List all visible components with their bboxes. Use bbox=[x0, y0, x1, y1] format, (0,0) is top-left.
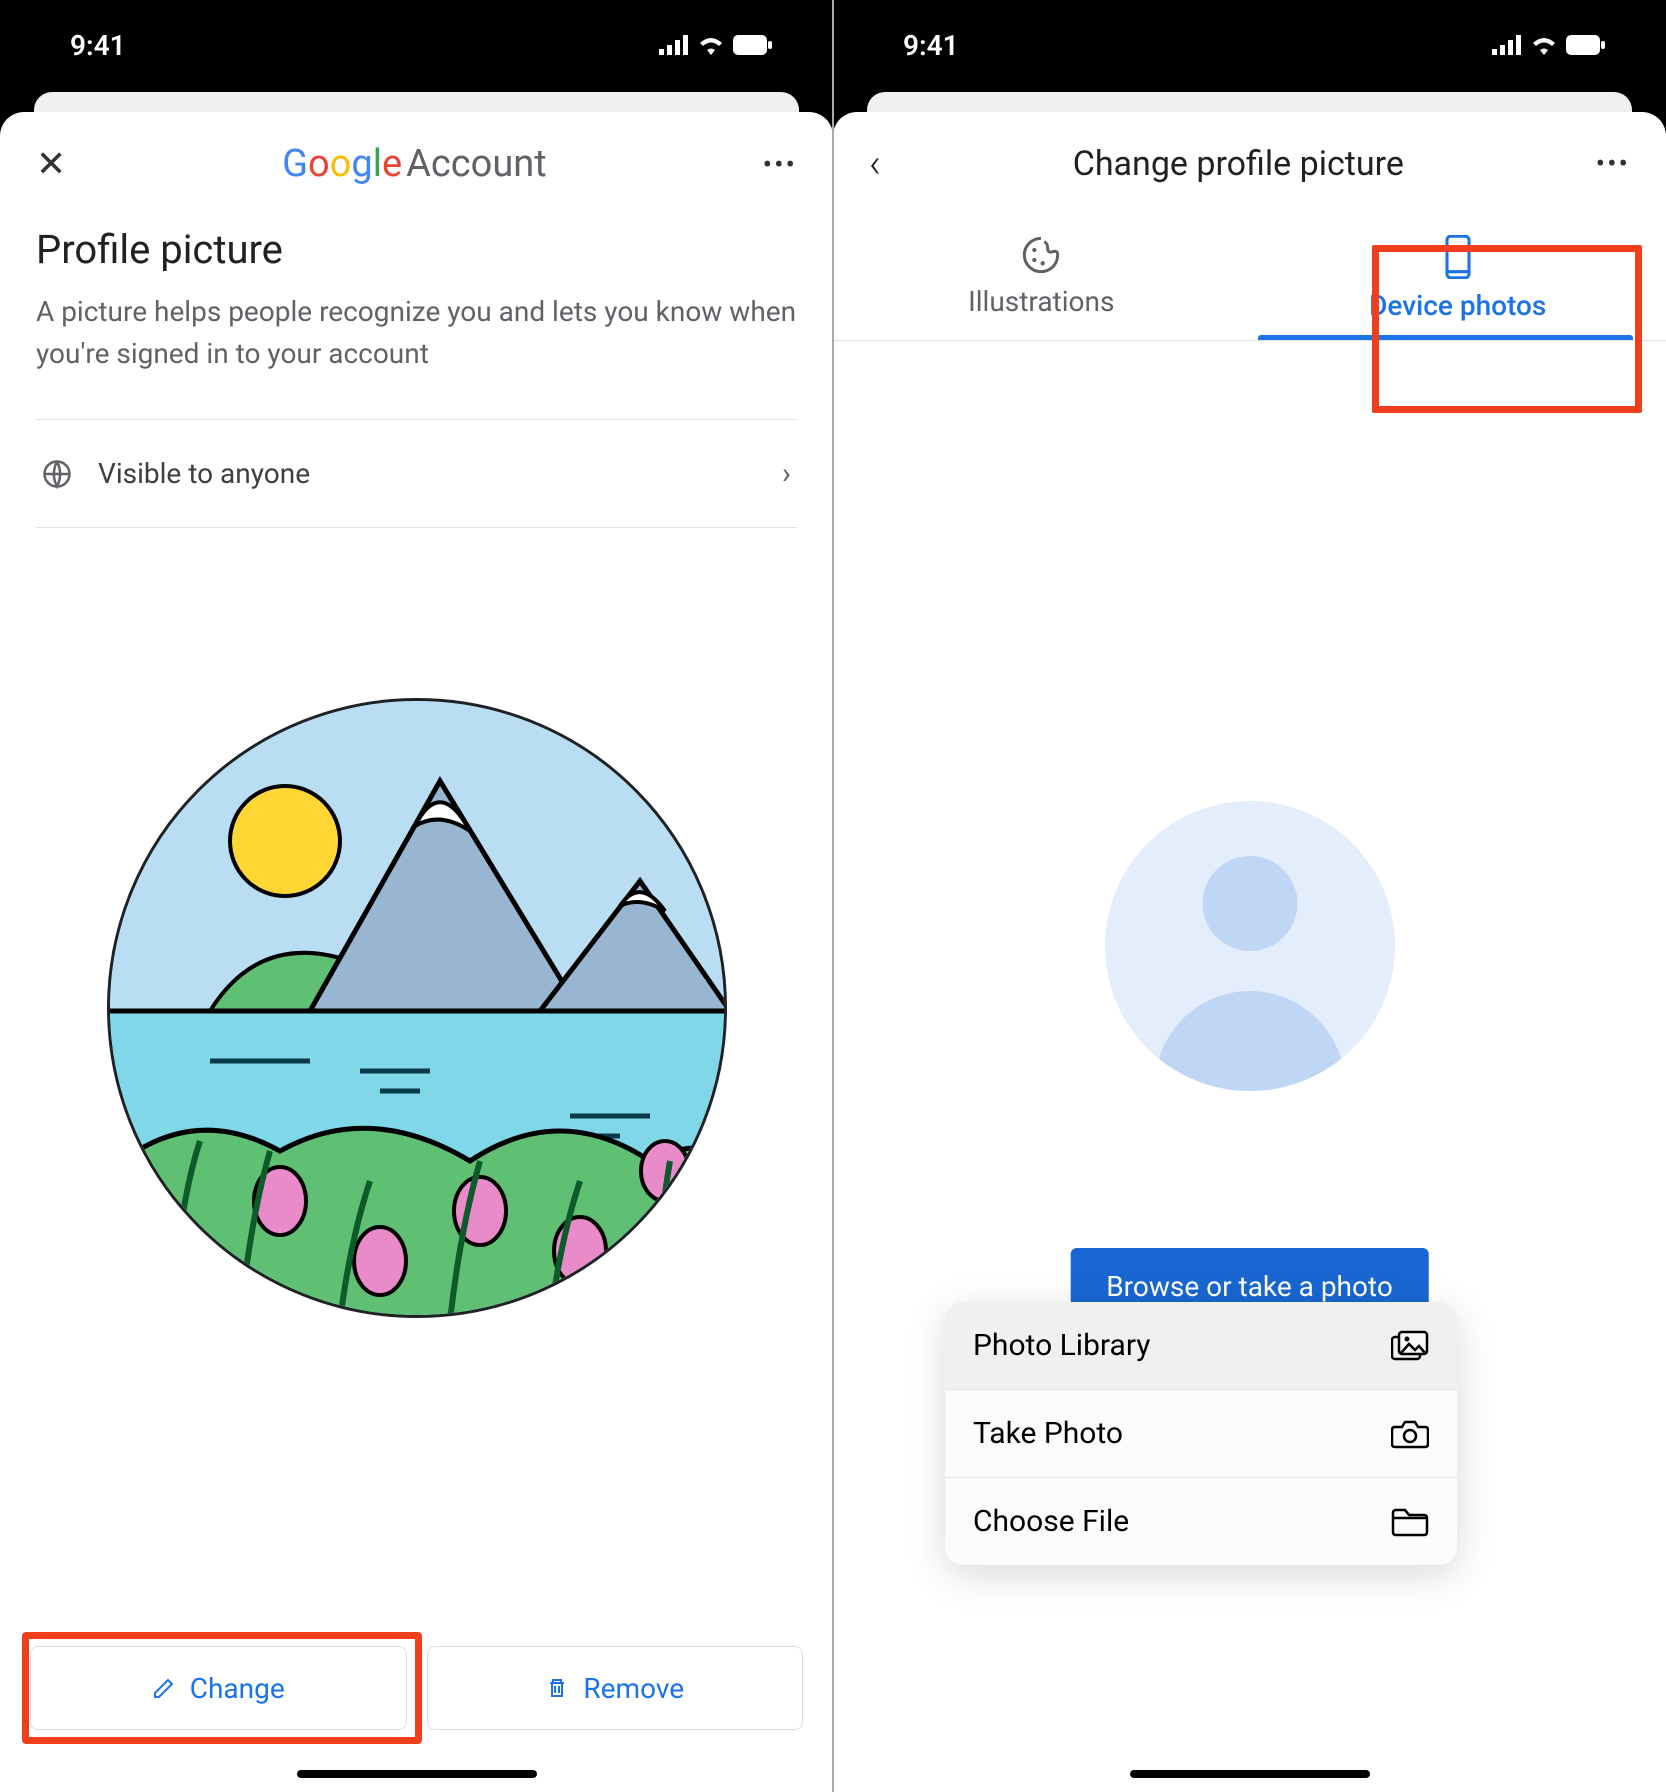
action-choose-file[interactable]: Choose File bbox=[945, 1478, 1457, 1565]
avatar-container bbox=[36, 698, 797, 1318]
back-icon[interactable]: ‹ bbox=[869, 140, 881, 187]
status-bar: 9:41 bbox=[833, 0, 1666, 90]
button-row: Change Remove bbox=[30, 1646, 803, 1730]
battery-icon bbox=[1566, 35, 1606, 55]
status-icons bbox=[659, 35, 773, 55]
change-button-label: Change bbox=[190, 1672, 285, 1705]
chevron-right-icon: › bbox=[782, 456, 791, 491]
status-icons bbox=[1492, 35, 1606, 55]
tab-device-photos[interactable]: Device photos bbox=[1250, 215, 1666, 340]
palette-icon bbox=[1021, 235, 1061, 275]
photo-library-icon bbox=[1391, 1330, 1429, 1362]
trash-icon bbox=[545, 1676, 569, 1700]
folder-icon bbox=[1391, 1506, 1429, 1538]
main-sheet: ‹ Change profile picture ••• Illustratio… bbox=[833, 112, 1666, 1792]
action-photo-library-label: Photo Library bbox=[973, 1328, 1150, 1363]
status-bar: 9:41 bbox=[0, 0, 833, 90]
placeholder-container bbox=[833, 801, 1666, 1091]
avatar-placeholder bbox=[1105, 801, 1395, 1091]
wifi-icon bbox=[1530, 35, 1558, 55]
tab-device-label: Device photos bbox=[1369, 289, 1546, 322]
status-time: 9:41 bbox=[903, 29, 959, 62]
visibility-row[interactable]: Visible to anyone › bbox=[36, 419, 797, 528]
page-subtitle: A picture helps people recognize you and… bbox=[36, 291, 797, 375]
close-icon[interactable]: ✕ bbox=[36, 143, 66, 185]
phone-left: 9:41 ✕ Google Account ••• Profile pictur… bbox=[0, 0, 833, 1792]
tab-illustrations[interactable]: Illustrations bbox=[833, 215, 1250, 340]
status-time: 9:41 bbox=[70, 29, 126, 62]
remove-button[interactable]: Remove bbox=[427, 1646, 804, 1730]
remove-button-label: Remove bbox=[583, 1672, 684, 1705]
action-sheet: Photo Library Take Photo Choose File bbox=[945, 1302, 1457, 1565]
main-sheet: ✕ Google Account ••• Profile picture A p… bbox=[0, 112, 833, 1792]
visibility-label: Visible to anyone bbox=[98, 457, 756, 490]
globe-icon bbox=[42, 459, 72, 489]
pencil-icon bbox=[152, 1676, 176, 1700]
phone-icon bbox=[1442, 235, 1474, 279]
browse-button-label: Browse or take a photo bbox=[1106, 1270, 1393, 1303]
wifi-icon bbox=[697, 35, 725, 55]
home-indicator[interactable] bbox=[1130, 1770, 1370, 1778]
battery-icon bbox=[733, 35, 773, 55]
tab-illustrations-label: Illustrations bbox=[968, 285, 1114, 318]
camera-icon bbox=[1391, 1418, 1429, 1450]
screenshot-divider bbox=[832, 0, 834, 1792]
profile-picture bbox=[107, 698, 727, 1318]
tabs: Illustrations Device photos bbox=[833, 215, 1666, 341]
change-button[interactable]: Change bbox=[30, 1646, 407, 1730]
page-title: Profile picture bbox=[36, 226, 797, 273]
more-icon[interactable]: ••• bbox=[1596, 147, 1630, 180]
page-title: Change profile picture bbox=[1073, 144, 1404, 184]
action-photo-library[interactable]: Photo Library bbox=[945, 1302, 1457, 1390]
active-tab-indicator bbox=[1258, 335, 1633, 340]
signal-icon bbox=[659, 35, 689, 55]
action-take-photo-label: Take Photo bbox=[973, 1416, 1123, 1451]
header: ‹ Change profile picture ••• bbox=[833, 112, 1666, 215]
more-icon[interactable]: ••• bbox=[763, 148, 797, 181]
google-account-logo: Google Account bbox=[282, 142, 547, 186]
logo-account-text: Account bbox=[406, 142, 547, 186]
phone-right: 9:41 ‹ Change profile picture ••• Illust… bbox=[833, 0, 1666, 1792]
content: Profile picture A picture helps people r… bbox=[0, 216, 833, 1318]
home-indicator[interactable] bbox=[297, 1770, 537, 1778]
signal-icon bbox=[1492, 35, 1522, 55]
action-choose-file-label: Choose File bbox=[973, 1504, 1129, 1539]
action-take-photo[interactable]: Take Photo bbox=[945, 1390, 1457, 1478]
header: ✕ Google Account ••• bbox=[0, 112, 833, 216]
